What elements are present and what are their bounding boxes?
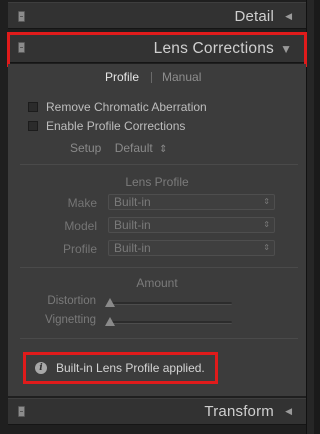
panel-switch-icon[interactable] [18, 406, 25, 417]
lens-make-row: Make Built-in ⇕ [8, 194, 306, 212]
setup-label: Setup [70, 141, 102, 155]
vignetting-slider-track[interactable] [109, 321, 232, 324]
divider [20, 267, 298, 268]
dropdown-arrows-icon: ⇕ [159, 144, 168, 155]
make-select[interactable]: Built-in ⇕ [108, 194, 275, 210]
checkbox-label: Remove Chromatic Aberration [46, 100, 207, 114]
checkbox-row-chromatic-aberration[interactable]: Remove Chromatic Aberration [28, 100, 207, 114]
profile-applied-message: i Built-in Lens Profile applied. [23, 352, 218, 384]
setup-row: Setup Default ⇕ [70, 141, 167, 155]
distortion-slider-row: Distortion [8, 295, 306, 309]
tab-profile[interactable]: Profile [105, 70, 139, 84]
distortion-slider-thumb[interactable] [105, 298, 115, 307]
select-arrows-icon: ⇕ [263, 243, 270, 252]
lens-profile-row: Profile Built-in ⇕ [8, 240, 306, 258]
lens-profile-heading: Lens Profile [125, 175, 189, 189]
section-title-lens-corrections: Lens Corrections [153, 40, 274, 57]
info-icon: i [35, 362, 47, 374]
profile-select[interactable]: Built-in ⇕ [108, 240, 275, 256]
section-title-detail: Detail [234, 8, 274, 25]
checkbox-remove-chromatic-aberration[interactable] [28, 102, 38, 112]
make-label: Make [67, 196, 97, 210]
select-arrows-icon: ⇕ [263, 220, 270, 229]
panel-scrollbar[interactable] [306, 0, 314, 434]
message-text: Built-in Lens Profile applied. [56, 361, 205, 375]
select-arrows-icon: ⇕ [263, 197, 270, 206]
divider [20, 164, 298, 165]
divider [20, 338, 298, 339]
panel-switch-icon[interactable] [18, 11, 25, 22]
checkbox-enable-profile-corrections[interactable] [28, 121, 38, 131]
model-value: Built-in [114, 218, 151, 232]
lens-corrections-panel: Profile Manual Remove Chromatic Aberrati… [8, 64, 306, 396]
collapse-triangle-icon[interactable]: ◀ [285, 11, 292, 22]
distortion-label: Distortion [47, 295, 96, 307]
panel-switch-icon[interactable] [18, 42, 25, 53]
tab-manual[interactable]: Manual [162, 70, 201, 84]
develop-right-panel: Detail ◀ Lens Corrections ▼ Profile Manu… [0, 0, 314, 434]
expand-triangle-icon[interactable]: ▼ [280, 42, 292, 56]
section-title-transform: Transform [204, 403, 274, 420]
tab-separator [151, 72, 152, 83]
make-value: Built-in [114, 195, 151, 209]
collapse-triangle-icon[interactable]: ◀ [285, 406, 292, 417]
lens-model-row: Model Built-in ⇕ [8, 217, 306, 235]
checkbox-row-profile-corrections[interactable]: Enable Profile Corrections [28, 119, 185, 133]
section-header-detail[interactable]: Detail ◀ [8, 2, 306, 29]
amount-heading: Amount [136, 276, 178, 290]
checkbox-label: Enable Profile Corrections [46, 119, 186, 133]
model-select[interactable]: Built-in ⇕ [108, 217, 275, 233]
model-label: Model [64, 219, 97, 233]
profile-label: Profile [62, 242, 97, 256]
vignetting-slider-row: Vignetting [8, 314, 306, 328]
vignetting-label: Vignetting [45, 314, 96, 326]
section-header-lens-corrections[interactable]: Lens Corrections ▼ [8, 33, 306, 63]
profile-value: Built-in [114, 241, 151, 255]
distortion-slider-track[interactable] [109, 302, 232, 305]
section-header-transform[interactable]: Transform ◀ [8, 398, 306, 425]
setup-value: Default [114, 141, 153, 155]
setup-dropdown[interactable]: Default ⇕ [115, 141, 168, 155]
vignetting-slider-thumb[interactable] [105, 317, 115, 326]
lens-tabs: Profile Manual [8, 70, 306, 88]
